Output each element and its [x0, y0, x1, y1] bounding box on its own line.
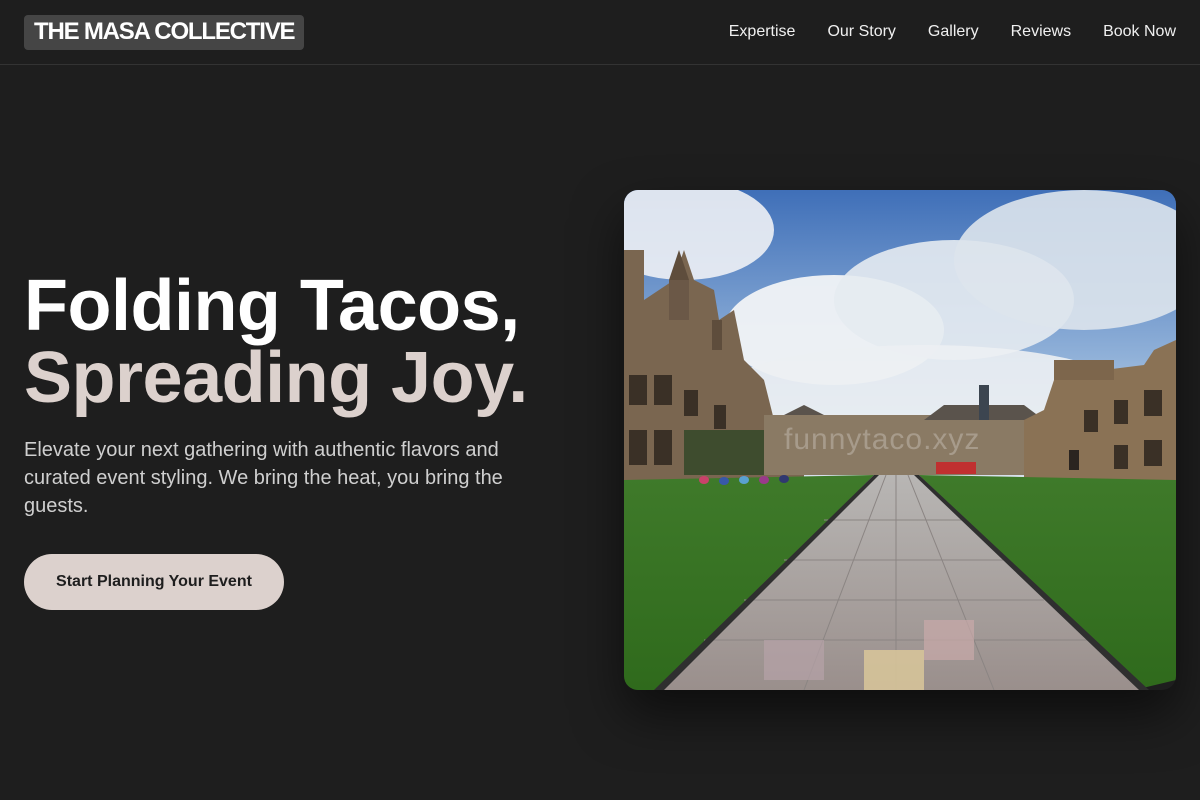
nav-link-expertise[interactable]: Expertise	[729, 23, 796, 41]
nav-link-gallery[interactable]: Gallery	[928, 23, 979, 41]
main-nav: Expertise Our Story Gallery Reviews Book…	[697, 23, 1176, 41]
start-planning-button[interactable]: Start Planning Your Event	[24, 554, 284, 610]
nav-link-our-story[interactable]: Our Story	[827, 23, 895, 41]
brand-logo[interactable]: THE MASA COLLECTIVE	[24, 14, 305, 50]
image-watermark: funnytaco.xyz	[784, 423, 981, 456]
hero-headline: Folding Tacos, Spreading Joy.	[24, 270, 584, 414]
headline-line-1: Folding Tacos,	[24, 266, 520, 346]
hero-subtext: Elevate your next gathering with authent…	[24, 439, 503, 517]
headline-line-2: Spreading Joy.	[24, 338, 528, 418]
nav-link-book-now[interactable]: Book Now	[1103, 23, 1176, 41]
hero-text: Folding Tacos, Spreading Joy. Elevate yo…	[24, 270, 584, 520]
nav-link-reviews[interactable]: Reviews	[1011, 23, 1071, 41]
hero-image: funnytaco.xyz	[624, 190, 1176, 690]
top-navbar: THE MASA COLLECTIVE Expertise Our Story …	[0, 0, 1200, 65]
